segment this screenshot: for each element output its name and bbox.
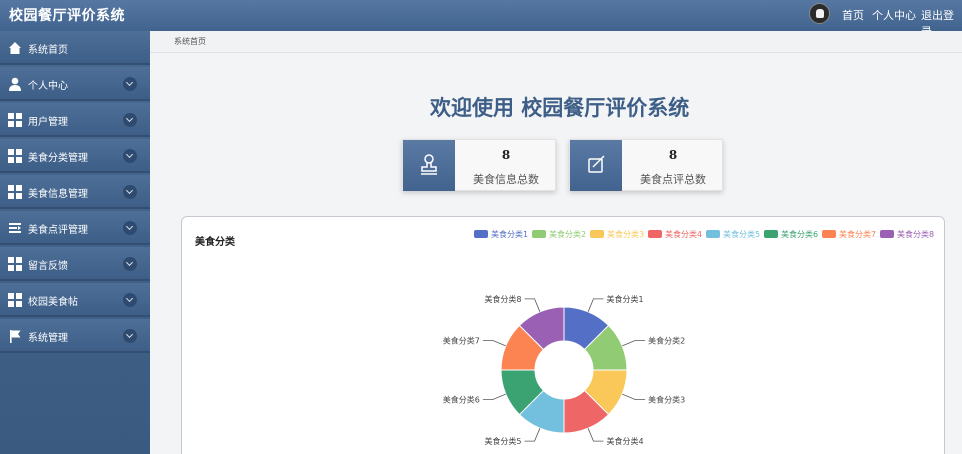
sidebar-item-profile[interactable]: 个人中心 — [0, 67, 150, 101]
chevron-down-icon[interactable] — [123, 113, 137, 127]
chevron-down-icon[interactable] — [123, 257, 137, 271]
app-title: 校园餐厅评价系统 — [9, 8, 125, 24]
sidebar-item-home[interactable]: 系统首页 — [0, 31, 150, 65]
sidebar-item-feedback[interactable]: 留言反馈 — [0, 247, 150, 281]
stat-label: 美食信息总数 — [473, 173, 539, 186]
sidebar-item-users[interactable]: 用户管理 — [0, 103, 150, 137]
label-line — [587, 428, 604, 442]
slice-label: 美食分类6 — [443, 394, 480, 404]
pie-chart: 美食分类1 美食分类2 美食分类3 美食分类4 美食分类5 美食分类6 美食分类7 美食分类8 — [443, 294, 685, 446]
label-line — [524, 428, 541, 442]
label-line — [524, 298, 541, 312]
home-link[interactable]: 首页 — [842, 7, 864, 23]
chevron-down-icon[interactable] — [123, 185, 137, 199]
slice-label: 美食分类5 — [484, 436, 521, 446]
list-icon — [9, 223, 21, 233]
grid-icon — [8, 293, 22, 307]
label-line — [622, 393, 646, 400]
grid-icon — [8, 113, 22, 127]
sidebar-item-food-info[interactable]: 美食信息管理 — [0, 175, 150, 209]
sidebar-item-label: 系统首页 — [28, 45, 68, 56]
sidebar-item-campus-posts[interactable]: 校园美食帖 — [0, 283, 150, 317]
sidebar-item-label: 美食点评管理 — [28, 225, 88, 236]
chevron-down-icon[interactable] — [123, 329, 137, 343]
chevron-down-icon[interactable] — [123, 221, 137, 235]
stat-label: 美食点评总数 — [640, 173, 706, 186]
slice-label: 美食分类1 — [606, 294, 643, 304]
label-line — [482, 340, 506, 347]
chevron-down-icon[interactable] — [123, 77, 137, 91]
label-line — [587, 298, 604, 312]
user-icon — [9, 77, 21, 91]
sidebar-item-label: 用户管理 — [28, 117, 68, 128]
sidebar-item-label: 美食分类管理 — [28, 153, 88, 164]
home-icon — [9, 42, 21, 54]
sidebar-item-label: 系统管理 — [28, 333, 68, 344]
slice-label: 美食分类8 — [484, 294, 521, 304]
avatar[interactable] — [809, 3, 830, 24]
stat-value: 8 — [501, 148, 511, 162]
slice-label: 美食分类7 — [443, 336, 480, 346]
slice-label: 美食分类3 — [648, 394, 685, 404]
sidebar-item-food-review[interactable]: 美食点评管理 — [0, 211, 150, 245]
sidebar-item-food-category[interactable]: 美食分类管理 — [0, 139, 150, 173]
chevron-down-icon[interactable] — [123, 293, 137, 307]
stat-value: 8 — [668, 148, 678, 162]
edit-icon — [588, 155, 605, 173]
label-line — [482, 393, 506, 400]
stat-card-food-review: 8 美食点评总数 — [569, 139, 723, 191]
stamp-icon — [421, 154, 437, 175]
slice-label: 美食分类4 — [606, 436, 643, 446]
chart-panel: 美食分类 美食分类1 美食分类2 美食分类3 美食分类4 美食分类5 美食分类6 美食分类7… — [181, 216, 945, 454]
page-title: 欢迎使用 校园餐厅评价系统 — [430, 96, 690, 120]
stat-card-food-info: 8 美食信息总数 — [402, 139, 556, 191]
stat-icon-box — [570, 140, 622, 191]
breadcrumb[interactable]: 系统首页 — [174, 36, 206, 47]
sidebar-item-label: 个人中心 — [28, 81, 68, 92]
profile-link[interactable]: 个人中心 — [872, 7, 916, 23]
sidebar-item-system[interactable]: 系统管理 — [0, 319, 150, 353]
grid-icon — [8, 257, 22, 271]
sidebar: 系统首页 个人中心 用户管理 美食分类管理 美食信息管理 美食点评管理 留言反馈… — [0, 31, 150, 454]
grid-icon — [8, 185, 22, 199]
slice-label: 美食分类2 — [648, 336, 685, 346]
stat-icon-box — [403, 140, 455, 191]
sidebar-item-label: 校园美食帖 — [28, 297, 78, 308]
label-line — [622, 340, 646, 347]
chevron-down-icon[interactable] — [123, 149, 137, 163]
flag-icon — [10, 330, 21, 343]
sidebar-item-label: 留言反馈 — [28, 261, 68, 272]
grid-icon — [8, 149, 22, 163]
sidebar-item-label: 美食信息管理 — [28, 189, 88, 200]
top-bar: 校园餐厅评价系统 首页 个人中心 退出登录 — [0, 0, 962, 38]
breadcrumb-bar: 系统首页 — [150, 31, 962, 53]
